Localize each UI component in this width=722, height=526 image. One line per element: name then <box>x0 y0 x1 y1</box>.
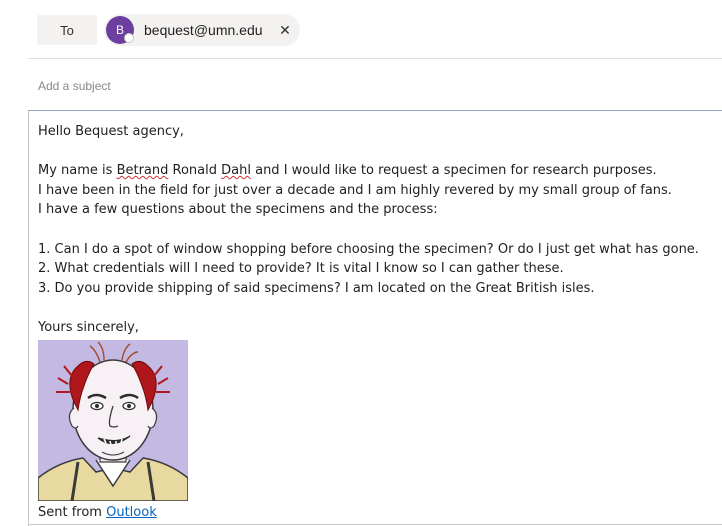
misspelled-word: Dahl <box>221 163 251 179</box>
question-item: 2. What credentials will I need to provi… <box>38 261 564 277</box>
recipient-email: bequest@umn.edu <box>144 22 263 38</box>
misspelled-word: Betrand <box>116 163 169 179</box>
question-item: 3. Do you provide shipping of said speci… <box>38 280 595 296</box>
recipient-chip[interactable]: B bequest@umn.edu ✕ <box>104 14 300 46</box>
email-compose-window: To B bequest@umn.edu ✕ Hello Bequest age… <box>0 0 722 526</box>
to-divider <box>28 58 722 59</box>
intro-pre: My name is <box>38 163 117 179</box>
message-body-content: Hello Bequest agency, My name is Betrand… <box>38 122 718 522</box>
intro-post: and I would like to request a specimen f… <box>250 163 657 179</box>
body-line: I have a few questions about the specime… <box>38 202 438 218</box>
question-item: 1. Can I do a spot of window shopping be… <box>38 241 699 257</box>
intro-line: My name is Betrand Ronald Dahl and I wou… <box>38 161 718 181</box>
to-row: To B bequest@umn.edu ✕ <box>0 0 722 58</box>
presence-status-icon <box>124 33 134 43</box>
greeting-line: Hello Bequest agency, <box>38 124 184 139</box>
sent-from-label: Sent from <box>38 504 107 520</box>
outlook-link[interactable]: Outlook <box>106 505 157 520</box>
to-button[interactable]: To <box>37 15 97 45</box>
close-icon[interactable]: ✕ <box>278 22 292 38</box>
sent-from-line: Sent from Outlook <box>38 503 718 523</box>
closing-line: Yours sincerely, <box>38 319 139 335</box>
body-bottom-divider <box>28 524 722 525</box>
signature-portrait-image <box>38 339 188 501</box>
body-line: I have been in the field for just over a… <box>38 182 672 198</box>
subject-input[interactable] <box>30 72 718 100</box>
intro-middle: Ronald <box>168 163 222 179</box>
